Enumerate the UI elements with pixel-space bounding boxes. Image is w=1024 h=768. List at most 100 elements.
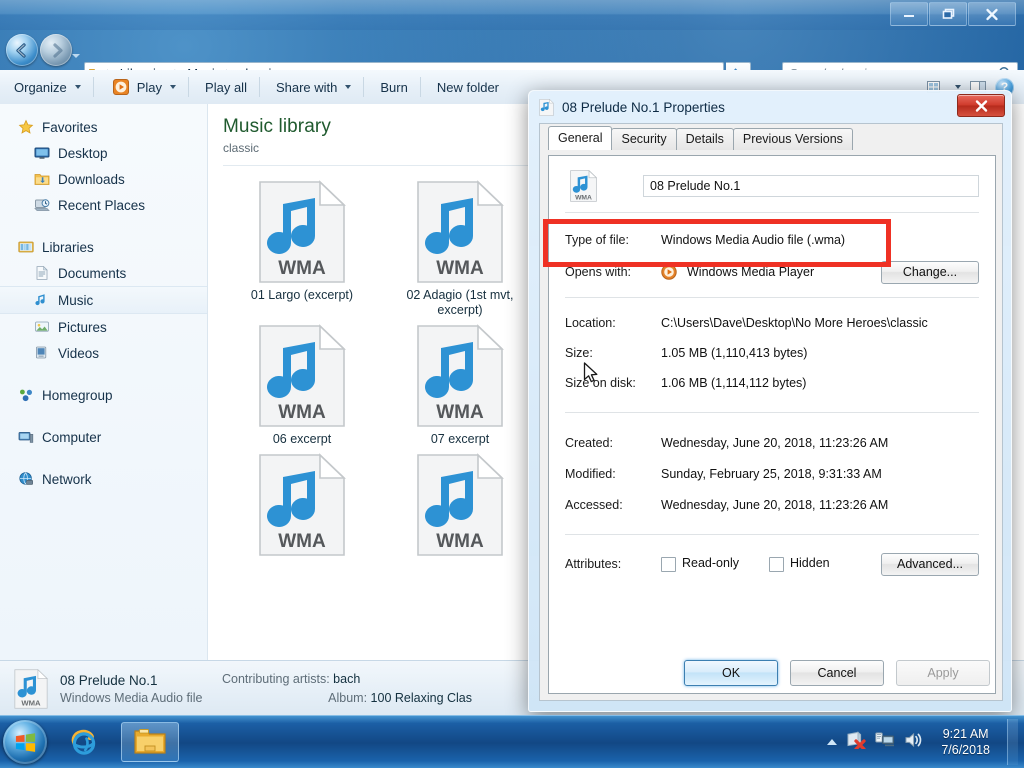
organize-button[interactable]: Organize [4,74,91,100]
tab-details[interactable]: Details [675,128,734,150]
burn-button[interactable]: Burn [370,74,417,100]
sidebar-label: Downloads [58,171,125,187]
divider [565,212,979,213]
view-chevron-down-icon[interactable] [955,85,961,89]
sidebar-item-downloads[interactable]: Downloads [0,166,207,192]
close-button[interactable] [968,2,1016,26]
recent-locations-caret-icon[interactable] [72,47,80,58]
sidebar-item-music[interactable]: Music [0,286,207,314]
sidebar-item-pictures[interactable]: Pictures [0,314,207,340]
attributes-label: Attributes: [565,557,622,571]
tab-security[interactable]: Security [611,128,677,150]
show-desktop-button[interactable] [1007,719,1018,765]
accessed-label: Accessed: [565,497,623,512]
dialog-close-button[interactable] [957,94,1005,117]
details-metadata: Contributing artists: bach Album: 100 Re… [222,670,472,708]
ok-button[interactable]: OK [684,660,778,686]
file-item[interactable]: WMA [223,453,381,561]
taskbar: 9:21 AM 7/6/2018 [0,715,1024,768]
taskbar-item-internet-explorer[interactable] [55,722,113,762]
cancel-button[interactable]: Cancel [790,660,884,686]
type-of-file-value: Windows Media Audio file (.wma) [661,233,846,247]
divider [565,412,979,413]
share-with-label: Share with [275,79,338,95]
tab-general[interactable]: General [548,126,613,150]
file-item[interactable]: WMA [381,453,539,561]
sidebar-item-network[interactable]: Network [0,466,207,492]
restore-button[interactable] [929,2,967,26]
documents-library-icon [36,265,48,280]
checkbox-box [769,556,784,572]
properties-dialog: 08 Prelude No.1 Properties General Secur… [528,90,1012,712]
sidebar-label: Network [42,471,92,487]
new-folder-button[interactable]: New folder [427,74,509,100]
wma-file-icon [539,98,554,116]
internet-explorer-icon [71,729,96,755]
back-button[interactable] [6,34,38,66]
accessed-value: Wednesday, June 20, 2018, 11:23:26 AM [661,497,889,512]
file-item[interactable]: WMA 07 excerpt [381,324,539,447]
share-with-button[interactable]: Share with [266,74,361,100]
action-center-icon[interactable] [875,731,895,754]
sidebar-label: Favorites [42,119,98,135]
window-controls [890,2,1016,26]
sidebar-label: Desktop [58,145,108,161]
file-item[interactable]: WMA 02 Adagio (1st mvt, excerpt) [381,180,539,318]
pictures-library-icon [35,321,49,332]
chevron-down-icon [345,85,352,89]
apply-button[interactable]: Apply [896,660,990,686]
sidebar-header-libraries[interactable]: Libraries [0,234,207,260]
wma-file-icon: WMA [417,180,504,283]
wma-file-icon: WMA [14,668,48,709]
recent-places-icon [34,199,50,211]
star-icon [18,119,34,134]
windows-start-orb-icon[interactable] [3,720,47,764]
file-item[interactable]: WMA 01 Largo (excerpt) [223,180,381,318]
row-location: Location: C:\Users\Dave\Desktop\No More … [565,308,979,338]
network-error-icon[interactable] [846,730,866,754]
libraries-icon [18,241,34,253]
advanced-button[interactable]: Advanced... [881,552,979,576]
window-titlebar [0,0,1024,30]
file-name: 02 Adagio (1st mvt, excerpt) [406,288,514,317]
file-name: 06 excerpt [272,432,332,446]
row-attributes: Attributes: Read-only Hidden Advanced... [565,549,979,579]
toolbar-divider [92,77,94,97]
svg-text:WMA: WMA [436,402,484,423]
opens-with-value: Windows Media Player [687,265,815,279]
chevron-down-icon [74,85,81,89]
show-hidden-icons-icon[interactable] [827,739,838,745]
clock[interactable]: 9:21 AM 7/6/2018 [933,726,998,758]
play-all-button[interactable]: Play all [195,74,257,100]
play-button[interactable]: Play [100,74,186,100]
read-only-checkbox[interactable]: Read-only [661,556,769,572]
file-item[interactable]: WMA 06 excerpt [223,324,381,447]
system-tray: 9:21 AM 7/6/2018 [827,719,1024,765]
minimize-button[interactable] [890,2,928,26]
file-name-field[interactable]: 08 Prelude No.1 [643,175,979,197]
details-primary: 08 Prelude No.1 Windows Media Audio file [60,673,210,705]
svg-text:WMA: WMA [436,258,484,279]
svg-text:WMA: WMA [575,195,592,202]
sidebar-header-favorites[interactable]: Favorites [0,114,207,140]
forward-button[interactable] [40,34,72,66]
hidden-checkbox[interactable]: Hidden [769,556,881,572]
change-button[interactable]: Change... [881,260,979,284]
album-value: 100 Relaxing Clas [370,690,472,705]
sidebar-item-homegroup[interactable]: Homegroup [0,382,207,408]
volume-icon[interactable] [904,731,924,754]
sidebar-item-computer[interactable]: Computer [0,424,207,450]
desktop-icon [34,147,50,159]
sidebar-item-recent-places[interactable]: Recent Places [0,192,207,218]
taskbar-item-windows-explorer[interactable] [121,722,179,762]
dialog-content: General Security Details Previous Versio… [539,123,1003,701]
details-contributing-artists: Contributing artists: bach [222,670,472,689]
row-modified: Modified: Sunday, February 25, 2018, 9:3… [565,458,979,489]
sidebar-item-desktop[interactable]: Desktop [0,140,207,166]
sidebar-label: Computer [42,429,102,445]
sidebar-item-documents[interactable]: Documents [0,260,207,286]
sidebar-item-videos[interactable]: Videos [0,340,207,366]
tab-previous-versions[interactable]: Previous Versions [732,128,853,150]
